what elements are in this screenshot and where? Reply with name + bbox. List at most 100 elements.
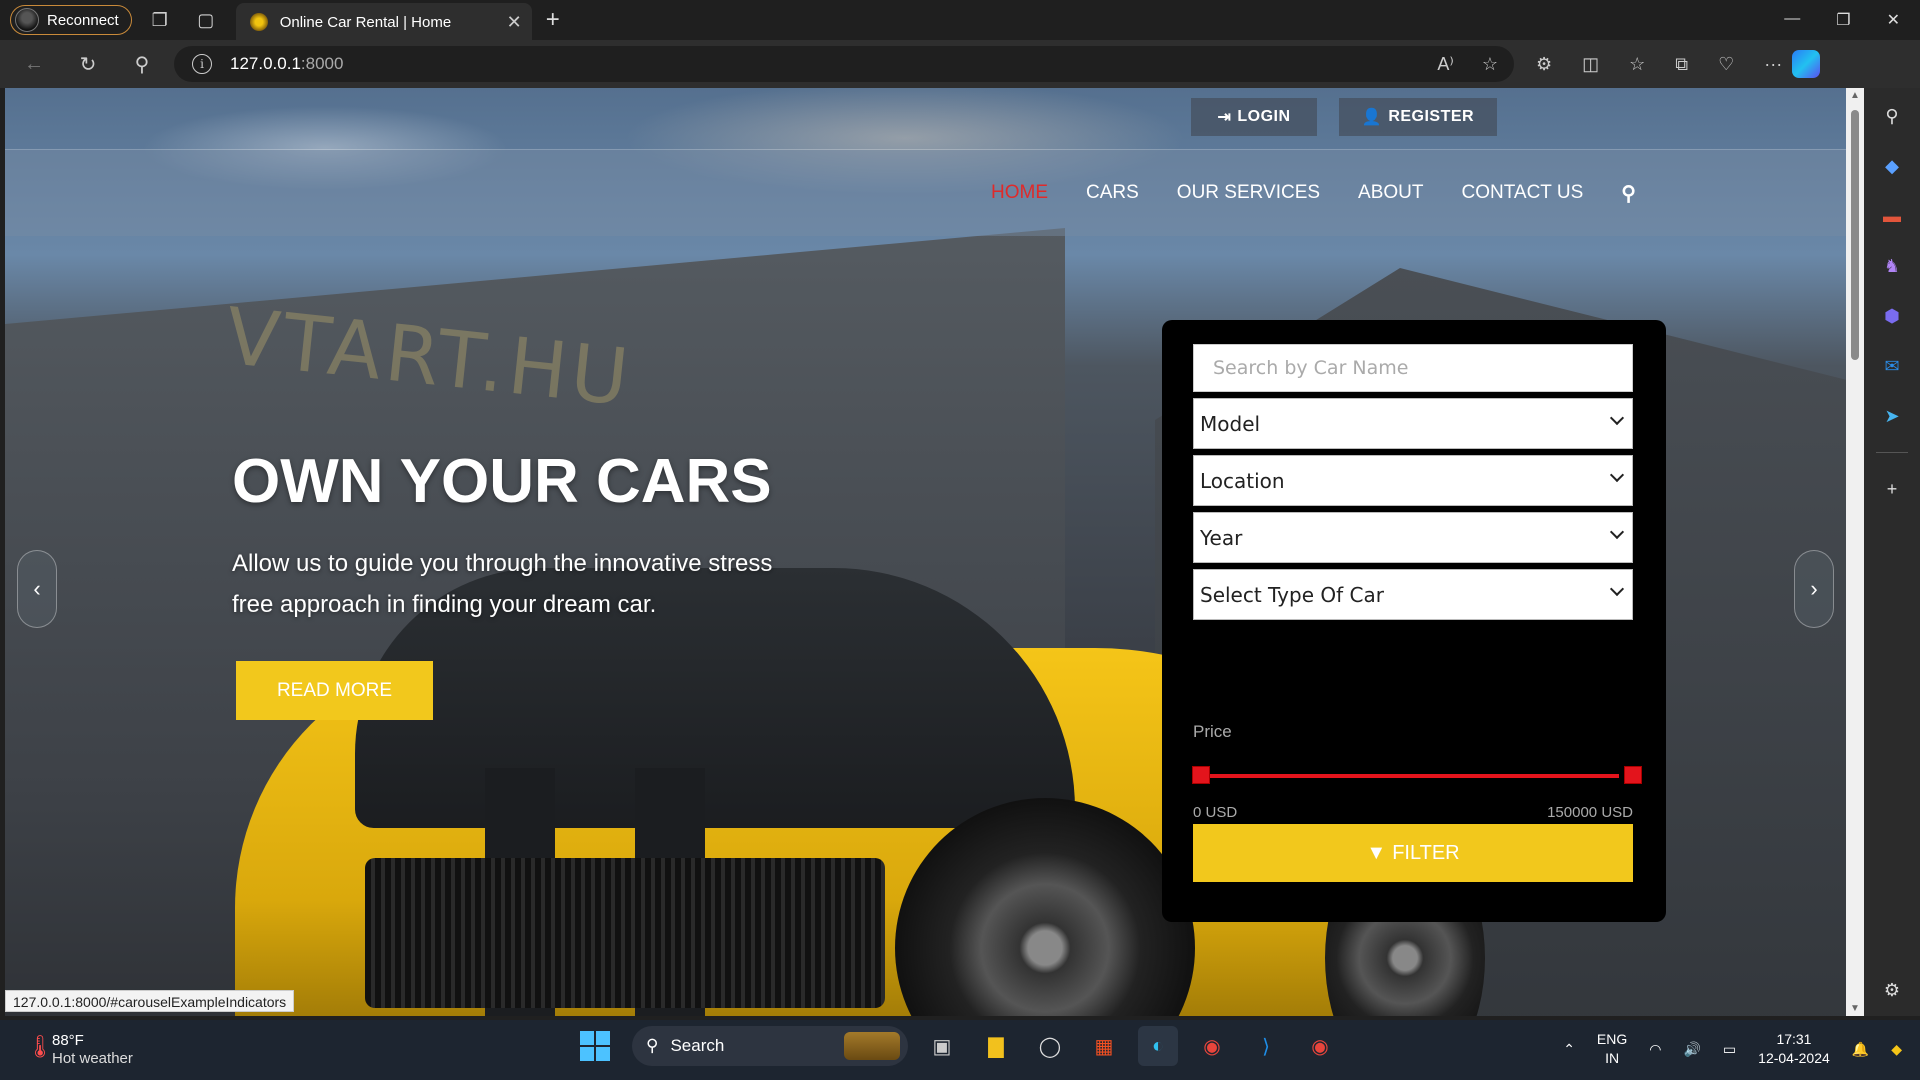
more-menu-icon[interactable]: ··· <box>1764 54 1782 75</box>
vscode-icon[interactable]: ⟩ <box>1246 1026 1286 1066</box>
hero-subtitle: Allow us to guide you through the innova… <box>232 550 773 618</box>
location-select[interactable]: Location <box>1193 455 1633 506</box>
search-highlight-icon <box>844 1032 900 1060</box>
thermometer-icon: 🌡 <box>26 1034 54 1059</box>
read-more-button[interactable]: READ MORE <box>236 661 433 720</box>
scroll-up-icon[interactable]: ▲ <box>1850 90 1860 101</box>
file-explorer-icon[interactable]: ▇ <box>976 1026 1016 1066</box>
nav-search-icon[interactable]: ⚲ <box>1621 181 1636 206</box>
copilot-icon[interactable] <box>1792 50 1821 78</box>
system-tray: ⌃ ENG IN ◠ 🔊 ▭ 17:31 12-04-2024 🔔 ◆ <box>1563 1030 1902 1068</box>
year-select[interactable]: Year <box>1193 512 1633 563</box>
sidebar-add-icon[interactable]: + <box>1878 475 1906 503</box>
notification-bell-icon[interactable]: 🔔 <box>1852 1041 1869 1058</box>
price-range-track[interactable] <box>1201 774 1619 778</box>
profile-button[interactable]: Reconnect <box>10 5 132 35</box>
weather-widget[interactable]: 🌡 88°F Hot weather <box>26 1031 133 1067</box>
site-favicon-icon <box>249 13 268 31</box>
start-button[interactable] <box>580 1031 610 1061</box>
taskbar-search[interactable]: ⚲ Search <box>632 1026 908 1066</box>
chrome-profile-icon[interactable]: ◉ <box>1300 1026 1340 1066</box>
year-select-value: Year <box>1200 525 1243 550</box>
clock[interactable]: 17:31 12-04-2024 <box>1758 1030 1830 1068</box>
collections-icon[interactable]: ⧉ <box>1675 54 1688 75</box>
chevron-down-icon <box>1609 467 1625 483</box>
tab-actions-icon[interactable]: ▢ <box>188 2 224 38</box>
sidebar-m365-icon[interactable]: ⬢ <box>1878 302 1906 330</box>
copilot-tray-icon[interactable]: ◆ <box>1891 1041 1902 1058</box>
extensions-icon[interactable]: ⚙ <box>1536 54 1552 75</box>
new-tab-icon[interactable]: + <box>546 6 560 34</box>
profile-label: Reconnect <box>47 11 119 29</box>
search-icon: ⚲ <box>646 1036 659 1055</box>
taskbar-search-label: Search <box>670 1036 725 1055</box>
car-type-select[interactable]: Select Type Of Car <box>1193 569 1633 620</box>
nav-our-services[interactable]: OUR SERVICES <box>1177 182 1320 204</box>
window-controls: — ❐ ✕ <box>1784 10 1920 30</box>
url-port: :8000 <box>300 54 344 73</box>
sidebar-outlook-icon[interactable]: ✉ <box>1878 352 1906 380</box>
user-plus-icon: 👤 <box>1361 109 1383 126</box>
chevron-down-icon <box>1609 524 1625 540</box>
search-icon[interactable]: ⚲ <box>122 44 162 84</box>
login-label: LOGIN <box>1237 108 1291 125</box>
price-label: Price <box>1193 722 1232 741</box>
browser-tab[interactable]: Online Car Rental | Home ✕ <box>235 3 532 41</box>
funnel-icon: ▼ <box>1366 841 1387 864</box>
minimize-icon[interactable]: — <box>1784 10 1800 30</box>
chrome-icon[interactable]: ◉ <box>1192 1026 1232 1066</box>
favorites-icon[interactable]: ☆ <box>1629 54 1645 75</box>
model-select[interactable]: Model <box>1193 398 1633 449</box>
sidebar-tools-icon[interactable]: ▬ <box>1878 202 1906 230</box>
dell-icon[interactable]: ◯ <box>1030 1026 1070 1066</box>
price-min-value: 0 USD <box>1193 804 1238 821</box>
carousel-prev-icon[interactable]: ‹ <box>17 550 57 628</box>
read-aloud-icon[interactable]: A⁾ <box>1437 54 1453 75</box>
login-button[interactable]: ⇥ LOGIN <box>1191 98 1317 136</box>
language-indicator[interactable]: ENG IN <box>1597 1030 1627 1068</box>
back-icon[interactable]: ← <box>14 44 54 84</box>
tray-chevron-icon[interactable]: ⌃ <box>1563 1041 1575 1058</box>
chevron-down-icon <box>1609 410 1625 426</box>
nav-home[interactable]: HOME <box>991 182 1048 204</box>
page-scrollbar[interactable]: ▲ ▼ <box>1846 88 1864 1016</box>
edge-icon[interactable]: ◐ <box>1138 1026 1178 1066</box>
task-view-icon[interactable]: ▣ <box>922 1026 962 1066</box>
sidebar-shopping-icon[interactable]: ◆ <box>1878 152 1906 180</box>
price-min-handle[interactable] <box>1192 766 1210 784</box>
sidebar-search-icon[interactable]: ⚲ <box>1878 102 1906 130</box>
lang-line2: IN <box>1605 1050 1620 1066</box>
nav-contact-us[interactable]: CONTACT US <box>1462 182 1584 204</box>
close-tab-icon[interactable]: ✕ <box>507 12 522 33</box>
nav-cars[interactable]: CARS <box>1086 182 1139 204</box>
favorite-star-icon[interactable]: ☆ <box>1482 54 1498 75</box>
wifi-icon[interactable]: ◠ <box>1649 1041 1661 1058</box>
filter-button[interactable]: ▼ FILTER <box>1193 824 1633 882</box>
nav-about[interactable]: ABOUT <box>1358 182 1423 204</box>
scroll-down-icon[interactable]: ▼ <box>1850 1003 1860 1014</box>
carousel-next-icon[interactable]: › <box>1794 550 1834 628</box>
scrollbar-thumb[interactable] <box>1851 110 1859 360</box>
volume-icon[interactable]: 🔊 <box>1683 1041 1700 1058</box>
sidebar-settings-icon[interactable]: ⚙ <box>1878 976 1906 1004</box>
browser-essentials-icon[interactable]: ♡ <box>1718 54 1734 75</box>
site-info-icon[interactable]: i <box>192 54 212 74</box>
restore-icon[interactable]: ❐ <box>1836 10 1850 30</box>
register-button[interactable]: 👤 REGISTER <box>1339 98 1497 136</box>
url-field[interactable]: i 127.0.0.1:8000 A⁾ ☆ <box>174 46 1514 82</box>
location-select-value: Location <box>1200 468 1285 493</box>
link-status-bar: 127.0.0.1:8000/#carouselExampleIndicator… <box>5 990 295 1012</box>
price-max-handle[interactable] <box>1624 766 1642 784</box>
hero-title: OWN YOUR CARS <box>232 447 772 516</box>
sidebar-drop-icon[interactable]: ➤ <box>1878 402 1906 430</box>
battery-icon[interactable]: ▭ <box>1723 1041 1736 1058</box>
split-screen-icon[interactable]: ◫ <box>1582 54 1599 75</box>
profile-avatar <box>15 8 39 32</box>
store-icon[interactable]: ▦ <box>1084 1026 1124 1066</box>
close-window-icon[interactable]: ✕ <box>1887 10 1900 30</box>
browser-tab-bar: Reconnect ❐ ▢ Online Car Rental | Home ✕… <box>0 0 1920 41</box>
car-name-search-input[interactable]: Search by Car Name <box>1193 344 1633 392</box>
refresh-icon[interactable]: ↻ <box>68 44 108 84</box>
workspaces-icon[interactable]: ❐ <box>142 2 178 38</box>
sidebar-games-icon[interactable]: ♞ <box>1878 252 1906 280</box>
